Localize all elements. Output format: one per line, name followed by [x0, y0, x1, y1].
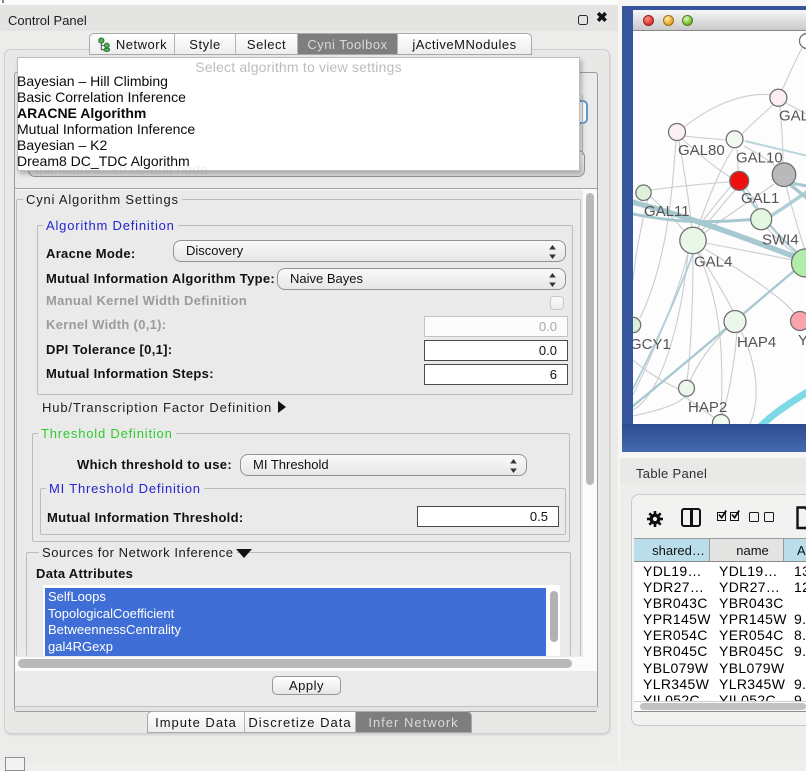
svg-text:GAL1: GAL1	[741, 190, 779, 207]
svg-text:GAL7: GAL7	[779, 108, 806, 125]
svg-text:GAL80: GAL80	[678, 142, 725, 159]
svg-text:GAL11: GAL11	[644, 203, 690, 220]
svg-text:HAP2: HAP2	[688, 399, 727, 416]
svg-text:SWI4: SWI4	[762, 232, 799, 249]
svg-text:GAL4: GAL4	[694, 254, 732, 271]
svg-text:GCY1: GCY1	[633, 336, 671, 353]
svg-text:HAP4: HAP4	[737, 334, 776, 351]
svg-text:Y: Y	[798, 332, 806, 349]
svg-text:GAL10: GAL10	[736, 150, 783, 167]
